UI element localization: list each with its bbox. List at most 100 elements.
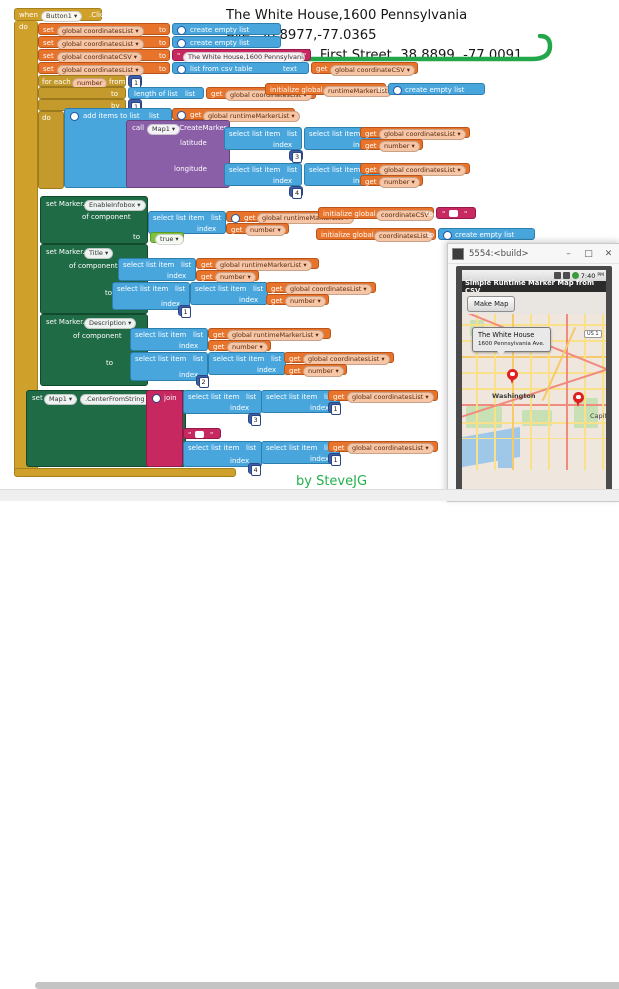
- variable-dropdown[interactable]: number ▾: [379, 177, 420, 188]
- select-list-item-title-inner[interactable]: select list item list index: [190, 282, 268, 305]
- phone-screen[interactable]: 7:40 PM Simple Runtime Marker Map from C…: [462, 270, 606, 497]
- map-view[interactable]: US 1 The White House 1600 Pennsylvania A…: [462, 314, 606, 497]
- app-body[interactable]: Make Map US 1 The White House 1600 Penns…: [462, 292, 606, 497]
- get-global-coordinateslist-title[interactable]: get global coordinatesList ▾: [266, 282, 376, 295]
- mutator-icon[interactable]: [177, 26, 186, 35]
- center-index-3[interactable]: 3: [248, 413, 261, 426]
- number-field[interactable]: 3: [250, 415, 261, 426]
- length-of-list-block[interactable]: length of list list: [128, 87, 204, 99]
- variable-dropdown[interactable]: number ▾: [245, 225, 286, 236]
- variable-dropdown[interactable]: global coordinatesList ▾: [57, 38, 144, 50]
- initialize-global-coordinateslist[interactable]: initialize global coordinatesList to: [316, 228, 436, 242]
- component-dropdown-map1[interactable]: Map1 ▾: [44, 393, 78, 405]
- minimize-button[interactable]: –: [561, 249, 576, 259]
- property-dropdown-title[interactable]: Title ▾: [84, 247, 114, 259]
- from-value-1[interactable]: 1: [128, 75, 142, 89]
- variable-dropdown[interactable]: global coordinatesList ▾: [57, 64, 144, 76]
- get-number-infobox[interactable]: get number ▾: [226, 223, 289, 236]
- map-marker-white-house[interactable]: [507, 369, 518, 384]
- initialize-global-runtimemarkerlist[interactable]: initialize global runtimeMarkerList to: [265, 83, 393, 97]
- lat-index-value[interactable]: 3: [289, 150, 303, 163]
- select-list-item-desc-inner[interactable]: select list item list index: [208, 352, 286, 375]
- get-number-lat[interactable]: get number ▾: [360, 139, 423, 152]
- call-map1-createmarker-block[interactable]: call Map1 ▾ .CreateMarker latitude longi…: [126, 120, 230, 188]
- variable-dropdown[interactable]: global coordinatesList ▾: [347, 392, 434, 403]
- variable-dropdown[interactable]: number ▾: [303, 366, 344, 377]
- for-each-header[interactable]: for each number from: [38, 75, 126, 89]
- create-empty-list-4[interactable]: create empty list: [438, 228, 535, 240]
- when-block-header[interactable]: when Button1 ▾ .Click: [14, 8, 108, 22]
- property-dropdown-enableinfobox[interactable]: EnableInfobox ▾: [84, 199, 146, 211]
- select-list-item-center-outer-1[interactable]: select list item list index: [183, 390, 262, 414]
- mutator-icon[interactable]: [152, 394, 161, 403]
- text-value-field[interactable]: [449, 210, 458, 217]
- help-icon[interactable]: [177, 65, 186, 74]
- component-dropdown-map1[interactable]: Map1 ▾: [147, 123, 181, 135]
- get-global-runtimemarkerlist-title[interactable]: get global runtimeMarkerList ▾: [196, 258, 319, 271]
- get-global-coordinateslist-desc[interactable]: get global coordinatesList ▾: [284, 352, 394, 365]
- number-field[interactable]: 1: [180, 307, 191, 318]
- center-index-4[interactable]: 4: [248, 463, 261, 476]
- select-list-item-lat-outer[interactable]: select list item list index: [224, 127, 302, 150]
- property-dropdown-description[interactable]: Description ▾: [84, 317, 137, 329]
- get-global-coordinatecsv[interactable]: get global coordinateCSV ▾: [311, 62, 418, 76]
- get-global-runtimemarkerlist-desc[interactable]: get global runtimeMarkerList ▾: [208, 328, 331, 341]
- join-block[interactable]: join: [146, 390, 183, 467]
- csv-text-block[interactable]: " The White House,1600 Pennsylvania Ave.…: [172, 49, 311, 63]
- mutator-icon[interactable]: [177, 39, 186, 48]
- mutator-icon[interactable]: [393, 86, 402, 95]
- create-empty-list-3[interactable]: create empty list: [388, 83, 485, 95]
- get-number-title-2[interactable]: get number ▾: [266, 294, 329, 307]
- number-field[interactable]: 4: [250, 465, 261, 476]
- select-list-item-lng-outer[interactable]: select list item list index: [224, 163, 302, 186]
- emulator-titlebar[interactable]: 5554:<build> – □ ✕: [448, 244, 619, 264]
- get-number-desc-2[interactable]: get number ▾: [284, 364, 347, 377]
- component-dropdown-button1[interactable]: Button1 ▾: [41, 11, 83, 22]
- set-global-coordinatecsv[interactable]: set global coordinateCSV ▾ to: [38, 49, 170, 63]
- center-inner-index-2[interactable]: 1: [328, 453, 341, 466]
- get-global-coordinateslist-center-1[interactable]: get global coordinatesList ▾: [328, 390, 438, 403]
- select-list-item-infobox[interactable]: select list item list index: [148, 211, 226, 234]
- number-field[interactable]: 2: [198, 377, 209, 388]
- help-icon[interactable]: [231, 213, 240, 223]
- make-map-button[interactable]: Make Map: [467, 296, 516, 312]
- variable-dropdown[interactable]: global coordinateCSV ▾: [330, 64, 416, 76]
- variable-dropdown[interactable]: number ▾: [285, 296, 326, 307]
- get-number-desc[interactable]: get number ▾: [208, 340, 271, 353]
- variable-dropdown[interactable]: global coordinateCSV ▾: [57, 51, 143, 63]
- variable-dropdown[interactable]: global coordinatesList ▾: [57, 25, 144, 37]
- get-global-runtimemarkerlist-1[interactable]: get global runtimeMarkerList ▾: [172, 108, 300, 122]
- create-empty-list-1[interactable]: create empty list: [172, 23, 281, 35]
- csv-text-value[interactable]: The White House,1600 Pennsylvania Ave.,3…: [183, 51, 305, 63]
- empty-text-block-csv[interactable]: " ": [436, 207, 476, 219]
- boolean-dropdown[interactable]: true ▾: [155, 234, 184, 245]
- number-field[interactable]: 4: [292, 188, 303, 199]
- marker-infobox[interactable]: The White House 1600 Pennsylvania Ave.: [472, 327, 551, 356]
- lng-index-value[interactable]: 4: [289, 186, 303, 199]
- get-global-coordinateslist-lng[interactable]: get global coordinatesList ▾: [360, 163, 470, 176]
- select-list-item-desc-comp[interactable]: select list item list index: [130, 328, 208, 351]
- comma-text-block[interactable]: " ": [183, 428, 221, 439]
- number-field[interactable]: 1: [330, 455, 341, 466]
- initialize-global-coordinatecsv[interactable]: initialize global coordinateCSV to: [318, 207, 434, 221]
- list-from-csv-table-block[interactable]: list from csv table text: [172, 62, 309, 74]
- set-global-coordinateslist-2[interactable]: set global coordinatesList ▾ to: [38, 36, 170, 50]
- get-number-lng[interactable]: get number ▾: [360, 175, 423, 188]
- set-marker-enableinfobox-block[interactable]: set Marker. EnableInfobox ▾ of component…: [40, 196, 148, 244]
- get-global-coordinateslist-lat[interactable]: get global coordinatesList ▾: [360, 127, 470, 140]
- property-dropdown-centerfromstring[interactable]: .CenterFromString ▾: [80, 393, 155, 405]
- get-number-title[interactable]: get number ▾: [196, 270, 259, 283]
- help-icon[interactable]: [177, 111, 186, 120]
- set-global-coordinateslist-3[interactable]: set global coordinatesList ▾ to: [38, 62, 170, 76]
- mutator-icon[interactable]: [443, 231, 452, 240]
- desc-index-value[interactable]: 2: [196, 375, 209, 388]
- set-global-coordinateslist-1[interactable]: set global coordinatesList ▾ to: [38, 23, 170, 37]
- mutator-icon[interactable]: [70, 112, 79, 121]
- variable-dropdown[interactable]: global coordinatesList ▾: [347, 443, 434, 454]
- horizontal-scrollbar-thumb[interactable]: [35, 982, 619, 989]
- create-empty-list-2[interactable]: create empty list: [172, 36, 281, 48]
- number-field[interactable]: 3: [292, 152, 303, 163]
- number-field[interactable]: 1: [330, 404, 341, 415]
- true-logic-block[interactable]: true ▾: [150, 232, 184, 245]
- select-list-item-title-comp[interactable]: select list item list index: [118, 258, 196, 281]
